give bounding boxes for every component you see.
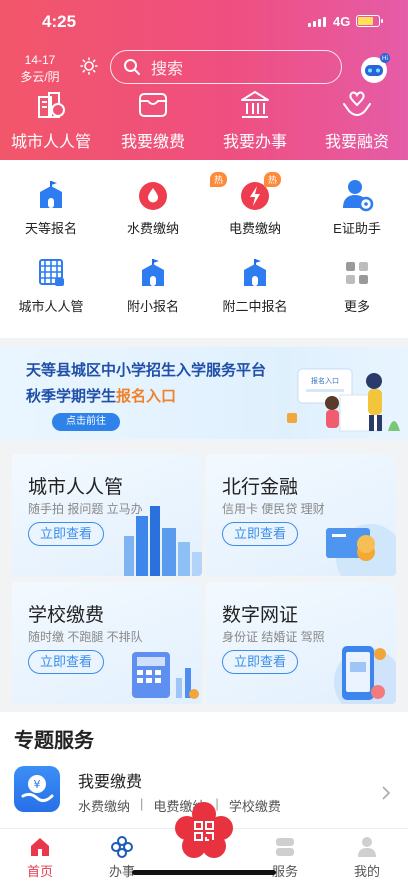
view-now-button[interactable]: 立即查看 <box>28 522 104 546</box>
banner-title: 天等县城区中小学招生入学服务平台 <box>26 362 267 379</box>
grid-doc-icon <box>39 259 64 286</box>
service-row-2: 城市人人管 附小报名 附二中报名 更多 <box>0 256 408 315</box>
service-row-1: 天等报名 热 水费缴纳 热 电费缴纳 E证助手 <box>0 172 408 237</box>
card-title: 数字网证 <box>222 605 299 626</box>
tab-label: 首页 <box>26 864 53 879</box>
card-finance[interactable]: 北行金融 信用卡 便民贷 理财 立即查看 <box>206 454 396 576</box>
service-fuxiao-signup[interactable]: 附小报名 <box>102 256 204 315</box>
service-fuerzhong-signup[interactable]: 附二中报名 <box>204 256 306 315</box>
chevron-right-icon <box>382 786 391 800</box>
topic-sub-water[interactable]: 水费缴纳 <box>78 796 130 815</box>
quick-affairs[interactable]: 我要办事 <box>204 88 306 152</box>
search-icon <box>124 59 140 75</box>
hot-badge: 热 <box>264 172 282 187</box>
service-label: 附二中报名 <box>222 299 288 314</box>
sun-icon <box>80 57 98 75</box>
view-now-button[interactable]: 立即查看 <box>222 522 298 546</box>
flower-knot-icon <box>111 836 133 858</box>
school-icon <box>40 181 62 208</box>
water-drop-icon <box>139 182 167 210</box>
header: 4:25 4G 14-17 多云/阴 搜索 Hi 城市人人管 我要缴费 我要办事… <box>0 0 408 160</box>
service-more[interactable]: 更多 <box>306 256 408 315</box>
service-e-cert[interactable]: E证助手 <box>306 178 408 237</box>
quick-city-manage[interactable]: 城市人人管 <box>0 88 102 152</box>
banner-art-text: 报名入口 <box>311 376 339 385</box>
stack-icon <box>276 838 294 856</box>
card-city-manage[interactable]: 城市人人管 随手拍 报问题 立马办 立即查看 <box>12 454 202 576</box>
home-indicator <box>132 870 276 875</box>
service-water-bill[interactable]: 热 水费缴纳 <box>102 172 228 237</box>
topic-title: 专题服务 <box>14 730 94 752</box>
yuan-hand-icon: ¥ <box>14 766 60 812</box>
service-electric-bill[interactable]: 热 电费缴纳 <box>204 172 306 237</box>
students-illustration: 报名入口 <box>287 368 400 432</box>
card-school-fee[interactable]: 学校缴费 随时缴 不跑腿 不排队 立即查看 <box>12 582 202 704</box>
battery-icon <box>356 15 383 27</box>
card-title: 城市人人管 <box>28 477 124 498</box>
service-label: 水费缴纳 <box>126 221 179 236</box>
service-label: 电费缴纳 <box>228 221 281 236</box>
finance-illustration <box>326 524 396 576</box>
status-bar: 4:25 4G <box>0 10 408 36</box>
view-now-button[interactable]: 立即查看 <box>28 650 104 674</box>
tab-mine[interactable]: 我的 <box>337 835 397 880</box>
network-label: 4G <box>333 14 351 29</box>
person-icon <box>358 837 376 857</box>
service-label: 更多 <box>343 299 370 314</box>
quick-label: 我要办事 <box>222 134 287 151</box>
service-label: 附小报名 <box>126 299 179 314</box>
card-title: 北行金融 <box>222 477 299 498</box>
signal-icon <box>308 17 326 27</box>
card-title: 学校缴费 <box>28 605 105 626</box>
school-icon <box>244 259 266 286</box>
enrollment-banner[interactable]: 天等县城区中小学招生入学服务平台 秋季学期学生报名入口 点击前往 报名入口 <box>0 347 408 439</box>
service-tiandeng-signup[interactable]: 天等报名 <box>0 178 102 237</box>
card-digital-id[interactable]: 数字网证 身份证 结婚证 驾照 立即查看 <box>206 582 396 704</box>
qr-scan-button[interactable] <box>173 800 235 862</box>
search-placeholder: 搜索 <box>151 61 184 78</box>
weather-condition: 多云/阴 <box>20 70 60 84</box>
service-label: 天等报名 <box>24 221 77 236</box>
svg-text:¥: ¥ <box>34 778 41 791</box>
quick-label: 我要融资 <box>324 134 389 151</box>
calculator-illustration <box>132 652 199 699</box>
separator: | <box>140 796 144 811</box>
banner-subtitle-prefix: 秋季学期学生 <box>26 388 117 405</box>
city-skyline-illustration <box>124 506 202 576</box>
topic-item-name: 我要缴费 <box>78 774 143 791</box>
tab-home[interactable]: 首页 <box>10 835 70 880</box>
more-grid-icon <box>346 262 368 284</box>
quick-label: 我要缴费 <box>120 134 185 151</box>
banner-go-button[interactable]: 点击前往 <box>52 413 120 431</box>
assistant-robot-icon[interactable]: Hi <box>356 50 392 86</box>
weather-temp: 14-17 <box>24 53 56 67</box>
quick-actions: 城市人人管 我要缴费 我要办事 我要融资 <box>0 88 408 152</box>
view-now-button[interactable]: 立即查看 <box>222 650 298 674</box>
svg-text:Hi: Hi <box>382 55 389 62</box>
service-city-manage[interactable]: 城市人人管 <box>0 256 102 315</box>
phone-id-illustration <box>334 646 396 704</box>
quick-finance[interactable]: 我要融资 <box>306 88 408 152</box>
search-input[interactable]: 搜索 <box>110 50 342 84</box>
service-label: E证助手 <box>333 221 381 236</box>
quick-label: 城市人人管 <box>10 134 91 151</box>
hands-heart-icon <box>343 91 371 117</box>
home-icon <box>31 838 49 856</box>
user-gear-icon <box>343 180 374 212</box>
banner-subtitle: 秋季学期学生报名入口 <box>26 385 176 406</box>
tab-label: 我的 <box>353 864 380 879</box>
banner-subtitle-accent: 报名入口 <box>116 388 177 405</box>
wallet-icon <box>139 93 167 117</box>
government-building-icon <box>241 91 269 118</box>
service-grid: 天等报名 热 水费缴纳 热 电费缴纳 E证助手 城市人人管 附小报名 附二中报名… <box>0 160 408 338</box>
quick-pay[interactable]: 我要缴费 <box>102 88 204 152</box>
service-label: 城市人人管 <box>18 299 84 314</box>
topic-sub-school[interactable]: 学校缴费 <box>229 796 281 815</box>
weather-widget[interactable]: 14-17 多云/阴 <box>14 52 66 86</box>
status-time: 4:25 <box>42 12 77 31</box>
city-manage-icon <box>38 92 65 118</box>
card-subtitle: 身份证 结婚证 驾照 <box>222 630 325 644</box>
school-icon <box>142 259 164 286</box>
